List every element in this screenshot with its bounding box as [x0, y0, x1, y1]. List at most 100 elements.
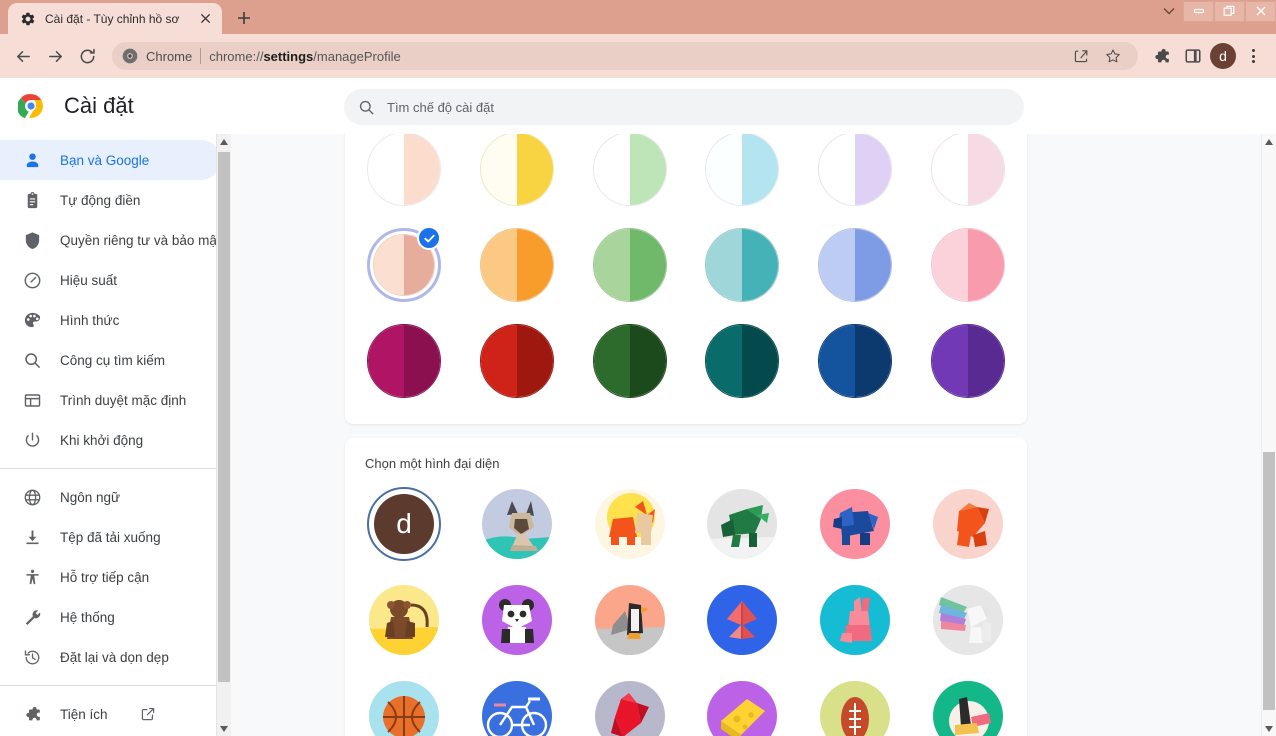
- sidebar-item-downloads[interactable]: Tệp đã tải xuống: [0, 517, 221, 557]
- color-swatch-theme-blue[interactable]: [818, 228, 893, 302]
- chevron-down-icon[interactable]: [1155, 0, 1183, 22]
- sidebar-item-label: Tệp đã tải xuống: [60, 529, 161, 545]
- color-swatch-theme-white-pink[interactable]: [930, 134, 1005, 206]
- avatar-option-football[interactable]: [818, 679, 892, 736]
- settings-search-box[interactable]: Tìm chế độ cài đặt: [344, 89, 1024, 125]
- avatar-option-bicycle[interactable]: [480, 679, 554, 736]
- globe-icon: [22, 487, 42, 507]
- scroll-up-icon[interactable]: [1262, 134, 1276, 149]
- avatar-option-origami-panda[interactable]: [480, 583, 554, 657]
- browser-tab[interactable]: Cài đặt - Tùy chỉnh hồ sơ: [8, 3, 222, 34]
- new-tab-button[interactable]: [230, 4, 258, 32]
- sidebar-item-autofill[interactable]: Tự động điền: [0, 180, 221, 220]
- sidebar-item-label: Khi khởi động: [60, 432, 144, 448]
- sidebar-item-label: Ngôn ngữ: [60, 489, 121, 505]
- color-swatch-theme-dark-teal[interactable]: [705, 324, 780, 398]
- avatar-option-origami-unicorn[interactable]: [931, 583, 1005, 657]
- color-swatch-row: [365, 134, 1007, 206]
- avatar-option-cheese[interactable]: [705, 679, 779, 736]
- origami-panda-icon: [498, 599, 534, 643]
- avatar-row: [365, 679, 1007, 736]
- page-scroll-thumb[interactable]: [1263, 452, 1275, 710]
- side-panel-icon[interactable]: [1178, 41, 1208, 71]
- wrench-icon: [22, 607, 42, 627]
- share-icon[interactable]: [1066, 41, 1096, 71]
- red-bird-icon: [610, 693, 649, 736]
- color-swatch-theme-white-yellow[interactable]: [479, 134, 554, 206]
- avatar-option-initial-d[interactable]: d: [367, 487, 441, 561]
- chrome-logo: [18, 94, 43, 119]
- forward-icon[interactable]: [40, 41, 70, 71]
- close-button[interactable]: [1245, 0, 1276, 22]
- puzzle-icon: [22, 704, 42, 724]
- back-icon[interactable]: [8, 41, 38, 71]
- page-title: Cài đặt: [64, 93, 134, 118]
- sidebar-item-performance[interactable]: Hiệu suất: [0, 260, 221, 300]
- sidebar-item-privacy-security[interactable]: Quyền riêng tư và bảo mật: [0, 220, 221, 260]
- scroll-down-icon[interactable]: [217, 721, 231, 736]
- color-swatch-theme-white-green[interactable]: [592, 134, 667, 206]
- sidebar-item-label: Hiệu suất: [60, 272, 118, 288]
- star-icon[interactable]: [1098, 41, 1128, 71]
- sidebar-scrollbar[interactable]: [216, 134, 231, 736]
- color-swatch-theme-rose[interactable]: [930, 228, 1005, 302]
- sidebar-item-languages[interactable]: Ngôn ngữ: [0, 477, 221, 517]
- avatar-option-origami-cat[interactable]: [480, 487, 554, 561]
- sidebar-item-appearance[interactable]: Hình thức: [0, 300, 221, 340]
- minimize-button[interactable]: [1183, 0, 1214, 22]
- reload-icon[interactable]: [72, 41, 102, 71]
- sidebar-scroll-thumb[interactable]: [218, 152, 230, 682]
- avatar-option-origami-fox[interactable]: [931, 487, 1005, 561]
- avatar-option-origami-monkey[interactable]: [367, 583, 441, 657]
- avatar-option-red-bird[interactable]: [593, 679, 667, 736]
- sidebar-item-label: Hệ thống: [60, 609, 115, 625]
- sidebar-item-search-engine[interactable]: Công cụ tìm kiếm: [0, 340, 221, 380]
- tab-strip: Cài đặt - Tùy chỉnh hồ sơ: [0, 0, 1276, 34]
- sidebar-item-you-and-google[interactable]: Bạn và Google: [0, 140, 221, 180]
- color-swatch-theme-white-purple[interactable]: [818, 134, 893, 206]
- avatar-option-origami-dragon[interactable]: [705, 487, 779, 561]
- avatar-option-origami-elephant[interactable]: [818, 487, 892, 561]
- cheese-icon: [721, 699, 766, 736]
- scroll-up-icon[interactable]: [217, 134, 231, 149]
- extensions-icon[interactable]: [1146, 41, 1176, 71]
- scroll-down-icon[interactable]: [1262, 721, 1276, 736]
- avatar-option-origami-butterfly[interactable]: [705, 583, 779, 657]
- sidebar-item-label: Quyền riêng tư và bảo mật: [60, 232, 221, 248]
- page-scrollbar[interactable]: [1261, 134, 1276, 736]
- sidebar-item-default-browser[interactable]: Trình duyệt mặc định: [0, 380, 221, 420]
- color-swatch-theme-orange[interactable]: [479, 228, 554, 302]
- color-swatch-theme-dark-blue[interactable]: [818, 324, 893, 398]
- color-swatch-theme-peach[interactable]: [367, 226, 441, 302]
- browser-toolbar: Chrome chrome://settings/manageProfile d: [0, 34, 1276, 78]
- color-swatch-theme-dark-green[interactable]: [592, 324, 667, 398]
- color-swatch-theme-white-cyan[interactable]: [705, 134, 780, 206]
- bicycle-icon: [486, 697, 547, 736]
- avatar-option-art-supplies[interactable]: [931, 679, 1005, 736]
- avatar-option-origami-penguin[interactable]: [593, 583, 667, 657]
- three-dots-icon[interactable]: [1238, 41, 1268, 71]
- address-bar[interactable]: Chrome chrome://settings/manageProfile: [112, 42, 1138, 70]
- sidebar-item-system[interactable]: Hệ thống: [0, 597, 221, 637]
- color-swatch-theme-dark-magenta[interactable]: [367, 324, 441, 398]
- profile-avatar-button[interactable]: d: [1210, 43, 1236, 69]
- close-icon[interactable]: [197, 10, 214, 27]
- origami-unicorn-icon: [938, 597, 991, 643]
- color-swatch-row: [365, 324, 1007, 398]
- color-swatch-theme-teal[interactable]: [705, 228, 780, 302]
- color-swatch-theme-white-peach[interactable]: [367, 134, 441, 206]
- origami-dragon-icon: [707, 505, 778, 559]
- color-swatch-theme-dark-purple[interactable]: [930, 324, 1005, 398]
- avatar-row: d: [365, 487, 1007, 561]
- avatar-option-origami-corgi[interactable]: [593, 487, 667, 561]
- avatar-option-origami-rabbit[interactable]: [818, 583, 892, 657]
- sidebar-item-extensions[interactable]: Tiện ích: [0, 694, 221, 734]
- color-swatch-theme-green[interactable]: [592, 228, 667, 302]
- color-swatch-theme-dark-red[interactable]: [479, 324, 554, 398]
- sidebar-item-reset-cleanup[interactable]: Đặt lại và dọn dẹp: [0, 637, 221, 677]
- sidebar-item-label: Hỗ trợ tiếp cận: [60, 569, 150, 585]
- avatar-option-basketball[interactable]: [367, 679, 441, 736]
- sidebar-item-on-startup[interactable]: Khi khởi động: [0, 420, 221, 460]
- maximize-button[interactable]: [1214, 0, 1245, 22]
- sidebar-item-accessibility[interactable]: Hỗ trợ tiếp cận: [0, 557, 221, 597]
